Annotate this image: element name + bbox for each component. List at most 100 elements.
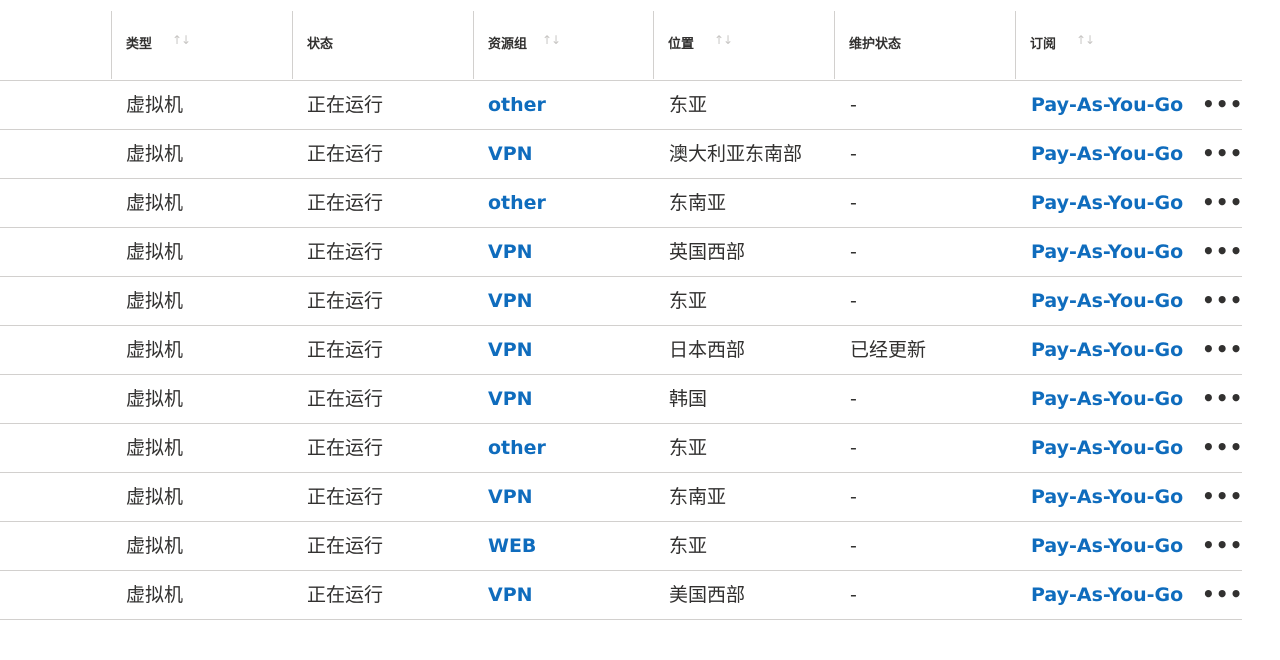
- column-header-location[interactable]: 位置 ↑↓: [653, 11, 834, 79]
- cell-type: 虚拟机: [126, 584, 184, 606]
- more-horizontal-icon[interactable]: •••: [1202, 130, 1242, 178]
- cell-maintenance: -: [850, 241, 857, 263]
- link-resource-group[interactable]: VPN: [488, 277, 533, 325]
- column-header-label: 维护状态: [849, 37, 902, 52]
- column-header-subscription[interactable]: 订阅 ↑↓: [1015, 11, 1242, 79]
- table-body: 虚拟机 正在运行 other 东亚 - Pay-As-You-Go ••• 虚拟机 正在运行 VP…: [0, 81, 1242, 620]
- link-subscription[interactable]: Pay-As-You-Go: [1031, 522, 1183, 570]
- link-subscription[interactable]: Pay-As-You-Go: [1031, 277, 1183, 325]
- cell-status: 正在运行: [307, 486, 384, 508]
- more-horizontal-icon[interactable]: •••: [1202, 571, 1242, 619]
- column-header-label: 订阅: [1030, 37, 1057, 52]
- cell-location: 东亚: [669, 437, 708, 459]
- cell-status: 正在运行: [307, 192, 384, 214]
- column-header-type[interactable]: 类型 ↑↓: [111, 11, 292, 79]
- cell-type: 虚拟机: [126, 437, 184, 459]
- cell-status: 正在运行: [307, 143, 384, 165]
- more-horizontal-icon[interactable]: •••: [1202, 277, 1242, 325]
- cell-status: 正在运行: [307, 388, 384, 410]
- cell-maintenance: 已经更新: [850, 339, 927, 361]
- resource-table: 类型 ↑↓ 状态 资源组 ↑↓ 位置 ↑↓ 维护状态 订阅 ↑↓ 虚拟机 正在运行 other 东亚 - P…: [0, 0, 1242, 620]
- column-header-maintenance: 维护状态: [834, 11, 1015, 79]
- link-resource-group[interactable]: VPN: [488, 326, 533, 374]
- table-row[interactable]: 虚拟机 正在运行 WEB 东亚 - Pay-As-You-Go •••: [0, 522, 1242, 571]
- link-resource-group[interactable]: VPN: [488, 130, 533, 178]
- cell-location: 美国西部: [669, 584, 746, 606]
- more-horizontal-icon[interactable]: •••: [1202, 522, 1242, 570]
- cell-type: 虚拟机: [126, 339, 184, 361]
- cell-type: 虚拟机: [126, 388, 184, 410]
- cell-type: 虚拟机: [126, 143, 184, 165]
- cell-location: 东亚: [669, 94, 708, 116]
- cell-location: 韩国: [669, 388, 708, 410]
- cell-maintenance: -: [850, 192, 857, 214]
- cell-maintenance: -: [850, 535, 857, 557]
- link-subscription[interactable]: Pay-As-You-Go: [1031, 571, 1183, 619]
- table-row[interactable]: 虚拟机 正在运行 VPN 美国西部 - Pay-As-You-Go •••: [0, 571, 1242, 620]
- more-horizontal-icon[interactable]: •••: [1202, 473, 1242, 521]
- column-header-label: 类型: [126, 37, 153, 52]
- link-resource-group[interactable]: VPN: [488, 375, 533, 423]
- cell-status: 正在运行: [307, 290, 384, 312]
- sort-arrows-icon[interactable]: ↑↓: [714, 33, 733, 47]
- cell-location: 东亚: [669, 535, 708, 557]
- sort-arrows-icon[interactable]: ↑↓: [1076, 33, 1095, 47]
- sort-arrows-icon[interactable]: ↑↓: [172, 33, 191, 47]
- table-row[interactable]: 虚拟机 正在运行 VPN 英国西部 - Pay-As-You-Go •••: [0, 228, 1242, 277]
- link-resource-group[interactable]: other: [488, 179, 546, 227]
- link-subscription[interactable]: Pay-As-You-Go: [1031, 179, 1183, 227]
- column-header-status: 状态: [292, 11, 473, 79]
- cell-maintenance: -: [850, 290, 857, 312]
- table-row[interactable]: 虚拟机 正在运行 VPN 日本西部 已经更新 Pay-As-You-Go •••: [0, 326, 1242, 375]
- link-subscription[interactable]: Pay-As-You-Go: [1031, 130, 1183, 178]
- resource-list-view: 类型 ↑↓ 状态 资源组 ↑↓ 位置 ↑↓ 维护状态 订阅 ↑↓ 虚拟机 正在运行 other 东亚 - P…: [0, 0, 1280, 660]
- link-resource-group[interactable]: VPN: [488, 571, 533, 619]
- link-subscription[interactable]: Pay-As-You-Go: [1031, 228, 1183, 276]
- table-row[interactable]: 虚拟机 正在运行 other 东亚 - Pay-As-You-Go •••: [0, 424, 1242, 473]
- link-resource-group[interactable]: VPN: [488, 228, 533, 276]
- link-subscription[interactable]: Pay-As-You-Go: [1031, 81, 1183, 129]
- table-row[interactable]: 虚拟机 正在运行 VPN 韩国 - Pay-As-You-Go •••: [0, 375, 1242, 424]
- more-horizontal-icon[interactable]: •••: [1202, 375, 1242, 423]
- link-subscription[interactable]: Pay-As-You-Go: [1031, 424, 1183, 472]
- cell-type: 虚拟机: [126, 94, 184, 116]
- cell-status: 正在运行: [307, 437, 384, 459]
- cell-maintenance: -: [850, 584, 857, 606]
- link-resource-group[interactable]: other: [488, 81, 546, 129]
- cell-type: 虚拟机: [126, 535, 184, 557]
- sort-arrows-icon[interactable]: ↑↓: [542, 33, 561, 47]
- column-header-resource-group[interactable]: 资源组 ↑↓: [473, 11, 653, 79]
- link-subscription[interactable]: Pay-As-You-Go: [1031, 326, 1183, 374]
- table-row[interactable]: 虚拟机 正在运行 VPN 东亚 - Pay-As-You-Go •••: [0, 277, 1242, 326]
- cell-location: 英国西部: [669, 241, 746, 263]
- cell-type: 虚拟机: [126, 192, 184, 214]
- cell-location: 澳大利亚东南部: [669, 143, 803, 165]
- table-row[interactable]: 虚拟机 正在运行 VPN 东南亚 - Pay-As-You-Go •••: [0, 473, 1242, 522]
- link-resource-group[interactable]: other: [488, 424, 546, 472]
- cell-location: 日本西部: [669, 339, 746, 361]
- more-horizontal-icon[interactable]: •••: [1202, 228, 1242, 276]
- table-row[interactable]: 虚拟机 正在运行 other 东亚 - Pay-As-You-Go •••: [0, 81, 1242, 130]
- cell-type: 虚拟机: [126, 290, 184, 312]
- more-horizontal-icon[interactable]: •••: [1202, 326, 1242, 374]
- table-row[interactable]: 虚拟机 正在运行 VPN 澳大利亚东南部 - Pay-As-You-Go •••: [0, 130, 1242, 179]
- link-subscription[interactable]: Pay-As-You-Go: [1031, 473, 1183, 521]
- cell-location: 东南亚: [669, 192, 727, 214]
- link-resource-group[interactable]: WEB: [488, 522, 536, 570]
- column-header-label: 状态: [307, 37, 334, 52]
- cell-status: 正在运行: [307, 339, 384, 361]
- cell-location: 东南亚: [669, 486, 727, 508]
- table-row[interactable]: 虚拟机 正在运行 other 东南亚 - Pay-As-You-Go •••: [0, 179, 1242, 228]
- more-horizontal-icon[interactable]: •••: [1202, 81, 1242, 129]
- cell-location: 东亚: [669, 290, 708, 312]
- link-resource-group[interactable]: VPN: [488, 473, 533, 521]
- cell-maintenance: -: [850, 437, 857, 459]
- table-header: 类型 ↑↓ 状态 资源组 ↑↓ 位置 ↑↓ 维护状态 订阅 ↑↓: [0, 0, 1242, 81]
- cell-status: 正在运行: [307, 241, 384, 263]
- more-horizontal-icon[interactable]: •••: [1202, 179, 1242, 227]
- cell-status: 正在运行: [307, 584, 384, 606]
- cell-maintenance: -: [850, 388, 857, 410]
- link-subscription[interactable]: Pay-As-You-Go: [1031, 375, 1183, 423]
- more-horizontal-icon[interactable]: •••: [1202, 424, 1242, 472]
- column-header-label: 资源组: [488, 37, 528, 52]
